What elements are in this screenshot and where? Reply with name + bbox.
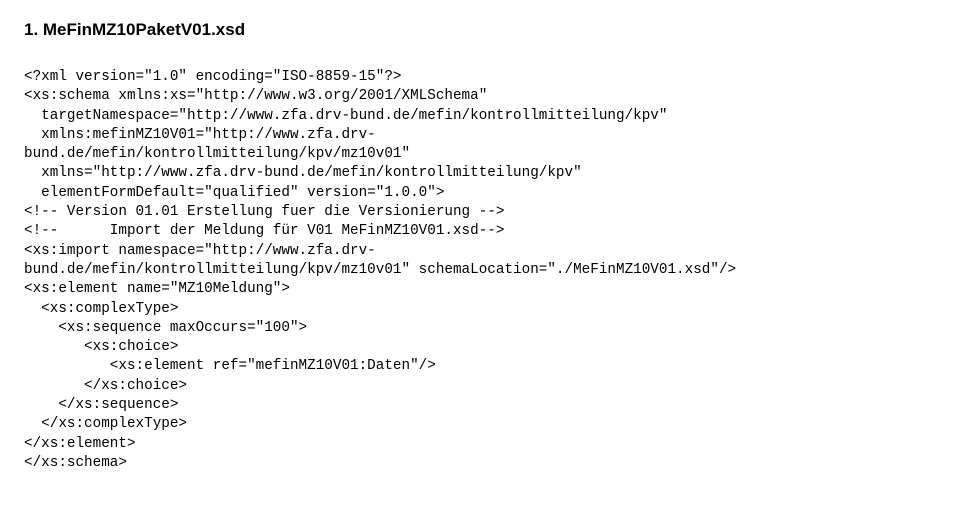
section-heading: 1. MeFinMZ10PaketV01.xsd — [24, 20, 936, 40]
xml-code-block: <?xml version="1.0" encoding="ISO-8859-1… — [24, 68, 936, 473]
